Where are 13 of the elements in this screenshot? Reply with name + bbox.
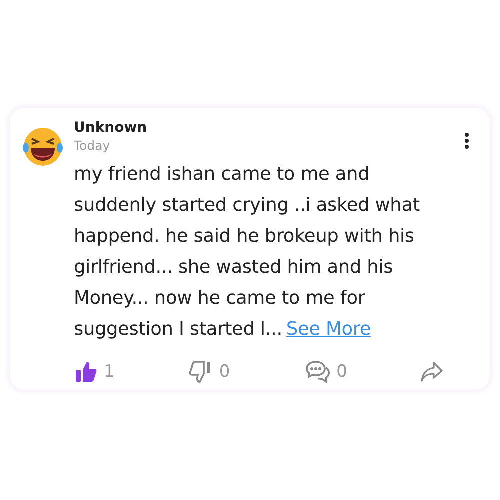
see-more-link[interactable]: See More — [286, 319, 372, 340]
share-icon — [420, 361, 444, 383]
thumbs-up-icon — [74, 360, 98, 384]
more-options-icon[interactable] — [464, 132, 470, 150]
post-text: my friend ishan came to me and suddenly started crying ..i asked what happend. he said he brokeup with his girlfriend... she wasted him and his Money... now he came to me for suggestion I started l... See More — [74, 163, 421, 342]
post-time: Today — [74, 138, 112, 153]
dislike-button[interactable]: 0 — [189, 360, 305, 384]
author-name: Unknown — [74, 120, 148, 136]
like-button[interactable]: 1 — [74, 360, 190, 384]
laughing-emoji-avatar — [22, 126, 64, 168]
comment-button[interactable]: 0 — [304, 359, 420, 385]
share-button[interactable] — [420, 361, 444, 383]
comment-icon — [304, 359, 331, 385]
